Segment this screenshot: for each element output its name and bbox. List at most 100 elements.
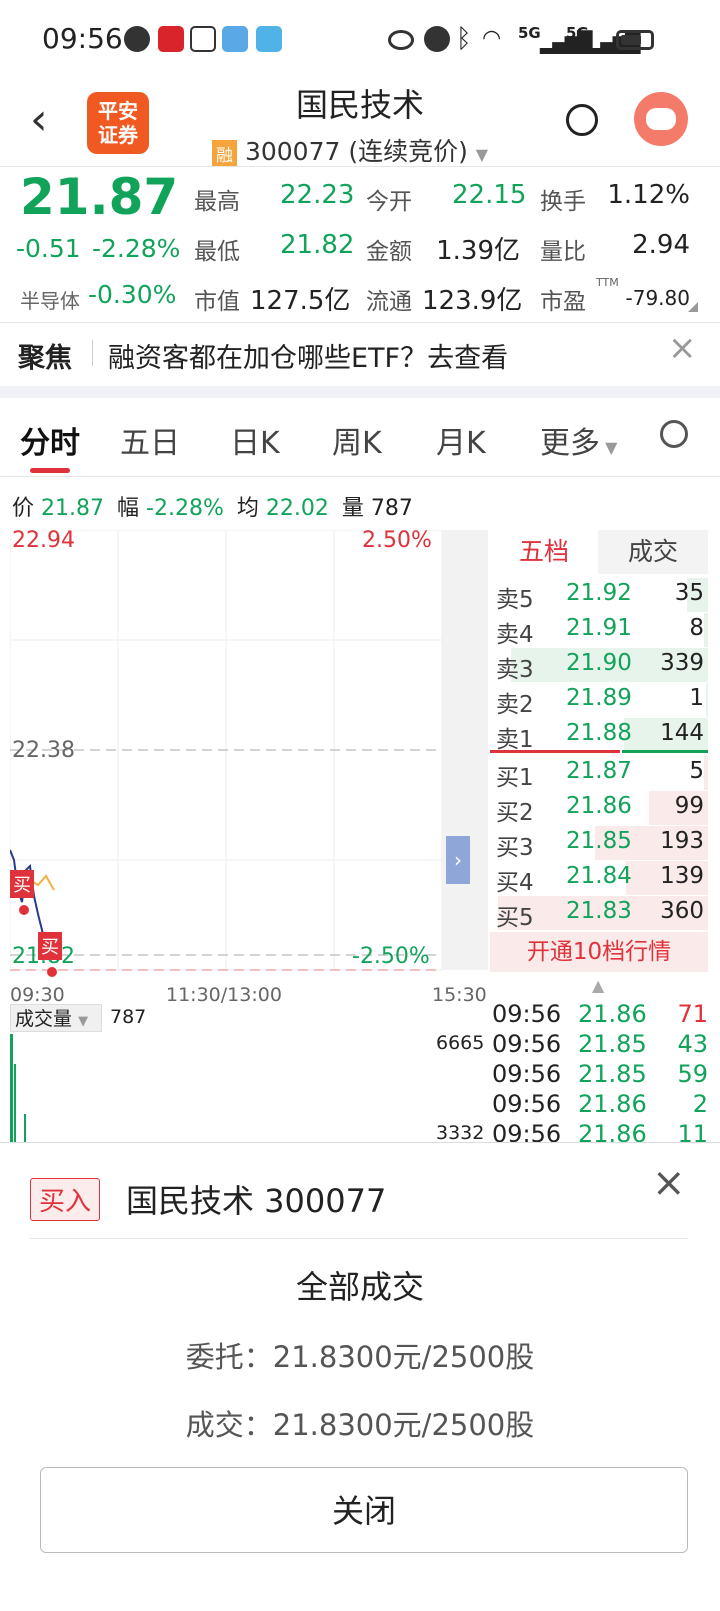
- pct-axis-top-label: 2.50%: [362, 528, 432, 553]
- high-value: 22.23: [280, 180, 355, 210]
- bid-volume: 193: [660, 828, 704, 854]
- eye-icon: [388, 30, 414, 50]
- bid-row[interactable]: 买1 21.87 5: [490, 756, 708, 791]
- volume-axis-mid: 3332: [436, 1122, 485, 1144]
- volume-indicator-label: 成交量: [15, 1008, 73, 1030]
- expand-corner-icon[interactable]: [688, 302, 698, 312]
- bid-label: 买1: [496, 765, 534, 791]
- ask-price: 21.88: [566, 720, 632, 746]
- expand-panel-arrow-icon[interactable]: ›: [446, 836, 470, 884]
- info-vol: 787: [370, 496, 413, 521]
- ask-label: 卖4: [496, 622, 534, 648]
- scroll-up-icon[interactable]: ▲: [592, 976, 604, 995]
- turnover-value: 1.12%: [607, 180, 690, 210]
- signal1-label: 5G: [518, 24, 541, 42]
- focus-banner[interactable]: 聚焦 融资客都在加仓哪些ETF？去查看 ×: [0, 322, 720, 386]
- tab-more[interactable]: 更多 ▼: [540, 418, 617, 462]
- bid-row[interactable]: 买3 21.85 193: [490, 826, 708, 861]
- dialog-close-icon[interactable]: ×: [652, 1160, 686, 1206]
- chevron-down-icon: ▼: [600, 438, 618, 457]
- pe-label: 市盈: [540, 289, 586, 315]
- bid-row[interactable]: 买4 21.84 139: [490, 861, 708, 896]
- open-value: 22.15: [452, 180, 527, 210]
- amount-label: 金额: [366, 239, 412, 265]
- info-price: 21.87: [41, 496, 104, 521]
- info-avg: 22.02: [265, 496, 329, 521]
- tab-order-book[interactable]: 五档: [490, 530, 598, 574]
- dialog-divider: [30, 1238, 688, 1239]
- tab-deals[interactable]: 成交: [598, 530, 708, 574]
- bid-volume: 5: [689, 758, 704, 784]
- intraday-chart[interactable]: 22.94 22.38 21.82 2.50% -2.50% 买 买 ›: [9, 528, 488, 978]
- tab-active-indicator: [30, 468, 70, 473]
- ask-row[interactable]: 卖3 21.90 339: [490, 648, 708, 683]
- bid-price: 21.87: [566, 758, 632, 784]
- chart-info-line: 价 21.87 幅 -2.28% 均 22.02 量 787: [12, 490, 413, 522]
- buy-marker-1[interactable]: 买: [10, 870, 34, 898]
- status-time: 09:56: [42, 22, 123, 55]
- sector-label[interactable]: 半导体: [20, 285, 80, 314]
- ask-row[interactable]: 卖2 21.89 1: [490, 683, 708, 718]
- tab-intraday[interactable]: 分时: [20, 418, 80, 462]
- chevron-down-icon: ▼: [78, 1014, 89, 1029]
- bid-row[interactable]: 买2 21.86 99: [490, 791, 708, 826]
- trade-time: 09:56: [492, 1000, 562, 1028]
- trade-price: 21.85: [578, 1060, 647, 1088]
- wifi-icon: ◠: [482, 26, 502, 51]
- bid-price: 21.85: [566, 828, 632, 854]
- bid-label: 买3: [496, 835, 534, 861]
- section-gap: [0, 386, 720, 398]
- volume-indicator-selector[interactable]: 成交量 ▼: [10, 1004, 102, 1032]
- volume-bar: [14, 1064, 16, 1142]
- dialog-title: 国民技术 300077: [126, 1182, 387, 1220]
- vol-ratio-label: 量比: [540, 239, 586, 265]
- ask-row[interactable]: 卖1 21.88 144: [490, 718, 708, 753]
- trade-row: 09:56 21.85 43: [492, 1030, 710, 1060]
- tab-daily-k[interactable]: 日K: [230, 418, 280, 462]
- ask-row[interactable]: 卖4 21.91 8: [490, 613, 708, 648]
- trade-row: 09:56 21.86 2: [492, 1090, 710, 1120]
- bid-row[interactable]: 买5 21.83 360: [490, 896, 708, 931]
- info-range-label: 幅: [117, 496, 140, 521]
- trade-price: 21.86: [578, 1090, 647, 1118]
- volume-bar: [24, 1114, 26, 1142]
- info-avg-label: 均: [236, 496, 259, 521]
- tab-weekly-k[interactable]: 周K: [332, 418, 382, 462]
- open-ten-level-button[interactable]: 开通10档行情: [490, 932, 708, 972]
- hand-icon: [190, 26, 216, 52]
- margin-badge: 融: [212, 139, 237, 167]
- bid-depth-bar: [703, 756, 708, 790]
- book-split-red: [490, 750, 620, 753]
- ask-volume: 8: [689, 615, 704, 641]
- amount-value: 1.39亿: [436, 236, 520, 266]
- tab-monthly-k[interactable]: 月K: [436, 418, 486, 462]
- y-axis-top-label: 22.94: [12, 528, 75, 553]
- book-split-green: [622, 750, 708, 753]
- dialog-status: 全部成交: [295, 1268, 424, 1306]
- search-icon[interactable]: [566, 104, 598, 136]
- stock-code-selector[interactable]: 融 300077 (连续竞价) ▼: [212, 132, 489, 167]
- bid-label: 买5: [496, 905, 534, 931]
- chevron-down-icon: ▼: [475, 145, 489, 164]
- tab-five-day[interactable]: 五日: [120, 418, 180, 462]
- close-button[interactable]: 关闭: [40, 1467, 688, 1553]
- close-icon[interactable]: ×: [668, 328, 697, 368]
- settings-gear-icon[interactable]: [660, 420, 688, 448]
- pe-value: -79.80: [625, 286, 690, 310]
- trade-row: 09:56 21.85 59: [492, 1060, 710, 1090]
- bid-volume: 139: [660, 863, 704, 889]
- trade-price: 21.85: [578, 1030, 647, 1058]
- info-range: -2.28%: [146, 496, 224, 521]
- time-axis-start: 09:30: [10, 984, 65, 1006]
- ask-row[interactable]: 卖5 21.92 35: [490, 578, 708, 613]
- assistant-avatar[interactable]: [634, 92, 688, 146]
- ask-label: 卖2: [496, 692, 534, 718]
- bid-price: 21.86: [566, 793, 632, 819]
- float-value: 123.9亿: [422, 286, 523, 316]
- sector-change[interactable]: -0.30%: [88, 280, 176, 309]
- volume-chart: 成交量 ▼ 787 6665 3332: [10, 1004, 488, 1144]
- buy-marker-2[interactable]: 买: [38, 932, 62, 960]
- bid-label: 买2: [496, 800, 534, 826]
- price-change: -0.51: [16, 234, 81, 263]
- signal2-label: 5G: [566, 24, 589, 42]
